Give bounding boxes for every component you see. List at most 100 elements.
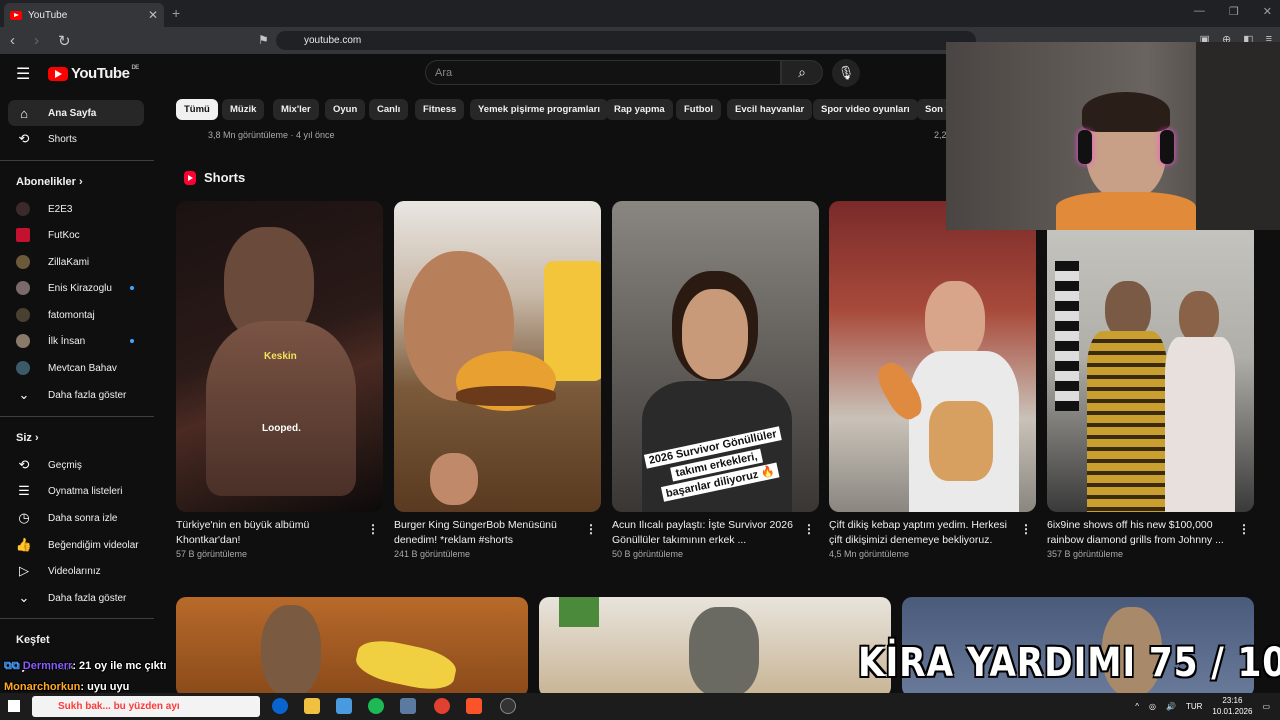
show-more-you[interactable]: ⌄ Daha fazla göster: [8, 585, 144, 611]
chat-text: : 21 oy ile mc çıktı: [72, 660, 167, 672]
hamburger-menu-icon[interactable]: ☰: [16, 64, 30, 84]
short-thumbnail[interactable]: Keskin Looped.: [176, 201, 383, 512]
browser-tab[interactable]: YouTube ✕: [4, 3, 164, 27]
video-meta: 2,2: [934, 130, 947, 140]
obs-icon[interactable]: [500, 698, 516, 714]
more-options-icon[interactable]: ⋮: [367, 522, 379, 536]
forward-arrow-icon[interactable]: ›: [34, 32, 48, 49]
short-title[interactable]: Acun Ilıcalı paylaştı: İşte Survivor 202…: [612, 518, 802, 548]
maximize-button[interactable]: ❐: [1229, 5, 1239, 18]
sidebar-item-subscription[interactable]: fatomontaj: [8, 302, 144, 328]
short-title[interactable]: Türkiye'nin en büyük albümü Khontkar'dan…: [176, 518, 366, 548]
language-indicator[interactable]: TUR: [1186, 702, 1202, 711]
chip-all[interactable]: Tümü: [176, 99, 218, 120]
chip-cooking[interactable]: Yemek pişirme programları: [470, 99, 608, 120]
channel-name: FutKoc: [48, 229, 80, 241]
logo-region: DE: [131, 64, 139, 71]
sidebar-item-history[interactable]: ⟲ Geçmiş: [8, 452, 144, 478]
chip-sports-games[interactable]: Spor video oyunları: [813, 99, 918, 120]
sidebar-item-label: Oynatma listeleri: [48, 485, 123, 497]
search-button[interactable]: ⌕: [781, 60, 823, 85]
reload-icon[interactable]: ↻: [58, 32, 72, 50]
short-thumbnail[interactable]: [829, 201, 1036, 512]
chip-football[interactable]: Futbol: [676, 99, 722, 120]
chip-music[interactable]: Müzik: [222, 99, 265, 120]
taskbar-search-input[interactable]: Sukh bak... bu yüzden ayı: [32, 696, 260, 717]
person-face: [925, 281, 985, 361]
short-thumbnail[interactable]: [394, 201, 601, 512]
chrome-icon[interactable]: [434, 698, 450, 714]
brave-icon[interactable]: [466, 698, 482, 714]
chevron-up-icon[interactable]: ^: [1135, 702, 1139, 711]
notification-icon[interactable]: ▭: [1262, 702, 1270, 711]
logo-text: YouTube: [71, 65, 130, 82]
youtube-logo[interactable]: YouTube DE: [48, 65, 139, 82]
chip-mixes[interactable]: Mix'ler: [273, 99, 319, 120]
bookmark-icon[interactable]: ⚑: [258, 33, 269, 47]
avatar: [16, 361, 30, 375]
volume-icon[interactable]: 🔊: [1166, 702, 1176, 711]
history-icon: ⟲: [18, 457, 30, 472]
sidebar-item-subscription[interactable]: ZillaKami: [8, 249, 144, 275]
sidebar-item-subscription[interactable]: E2E3: [8, 196, 144, 222]
short-title[interactable]: 6ix9ine shows off his new $100,000 rainb…: [1047, 518, 1237, 548]
more-options-icon[interactable]: ⋮: [1238, 522, 1250, 536]
chip-rap[interactable]: Rap yapma: [606, 99, 673, 120]
store-icon[interactable]: [336, 698, 352, 714]
chevron-down-icon: ⌄: [18, 387, 30, 402]
subscriptions-heading[interactable]: Abonelikler ›: [16, 176, 83, 188]
edge-browser-icon[interactable]: [272, 698, 288, 714]
sidebar-item-your-videos[interactable]: ▷ Videolarınız: [8, 558, 144, 584]
show-more-subscriptions[interactable]: ⌄ Daha fazla göster: [8, 382, 144, 408]
tattoo-text: Looped.: [262, 423, 301, 434]
more-options-icon[interactable]: ⋮: [585, 522, 597, 536]
close-tab-icon[interactable]: ✕: [148, 8, 158, 22]
new-tab-button[interactable]: +: [172, 5, 180, 21]
avatar: [16, 281, 30, 295]
sidebar-item-liked[interactable]: 👍 Beğendiğim videolar: [8, 532, 144, 558]
short-title[interactable]: Çift dikiş kebap yaptım yedim. Herkesi ç…: [829, 518, 1019, 548]
short-views: 357 B görüntüleme: [1047, 549, 1124, 559]
close-window-button[interactable]: ✕: [1263, 5, 1272, 18]
short-thumbnail[interactable]: 2026 Survivor Gönüllüler takımı erkekler…: [612, 201, 819, 512]
dotted-wall: [1055, 261, 1079, 411]
short-views: 241 B görüntüleme: [394, 549, 471, 559]
file-explorer-icon[interactable]: [304, 698, 320, 714]
more-options-icon[interactable]: ⋮: [1020, 522, 1032, 536]
sidebar-item-home[interactable]: ⌂ Ana Sayfa: [8, 100, 144, 126]
video-thumbnail[interactable]: [176, 597, 528, 693]
spotify-icon[interactable]: [368, 698, 384, 714]
chip-more[interactable]: Son y: [917, 99, 947, 120]
chevron-right-icon: ›: [78, 176, 83, 188]
sidebar-item-playlists[interactable]: ☰ Oynatma listeleri: [8, 478, 144, 504]
clock-icon: ◷: [18, 510, 30, 525]
chip-gaming[interactable]: Oyun: [325, 99, 366, 120]
chip-pets[interactable]: Evcil hayvanlar: [727, 99, 813, 120]
short-title[interactable]: Burger King SüngerBob Menüsünü denedim! …: [394, 518, 584, 548]
sidebar-item-watch-later[interactable]: ◷ Daha sonra izle: [8, 505, 144, 531]
address-bar[interactable]: youtube.com: [276, 31, 976, 50]
short-thumbnail[interactable]: [1047, 201, 1254, 512]
clock[interactable]: 23:16 10.01.2026: [1212, 695, 1252, 717]
divider: [0, 160, 154, 161]
headphone-icon: [1160, 130, 1174, 164]
voice-search-button[interactable]: 🎙: [832, 59, 860, 87]
chip-live[interactable]: Canlı: [369, 99, 409, 120]
sidebar-item-subscription[interactable]: FutKoc: [8, 222, 144, 248]
calculator-icon[interactable]: [400, 698, 416, 714]
sidebar-item-subscription[interactable]: Mevtcan Bahav: [8, 355, 144, 381]
sidebar-item-shorts[interactable]: ⟲ Shorts: [8, 126, 144, 152]
network-icon[interactable]: ◎: [1149, 702, 1156, 711]
windows-start-icon[interactable]: [8, 700, 20, 712]
chip-fitness[interactable]: Fitness: [415, 99, 465, 120]
sidebar-item-subscription[interactable]: Enis Kirazoglu: [8, 275, 144, 301]
youtube-favicon-icon: [10, 10, 22, 20]
back-arrow-icon[interactable]: ‹: [10, 32, 24, 49]
short-views: 57 B görüntüleme: [176, 549, 248, 559]
minimize-button[interactable]: —: [1194, 5, 1205, 18]
you-heading[interactable]: Siz ›: [16, 432, 39, 444]
sidebar-item-subscription[interactable]: İlk İnsan: [8, 328, 144, 354]
search-input[interactable]: Ara: [425, 60, 781, 85]
more-options-icon[interactable]: ⋮: [803, 522, 815, 536]
video-thumbnail[interactable]: [539, 597, 891, 693]
